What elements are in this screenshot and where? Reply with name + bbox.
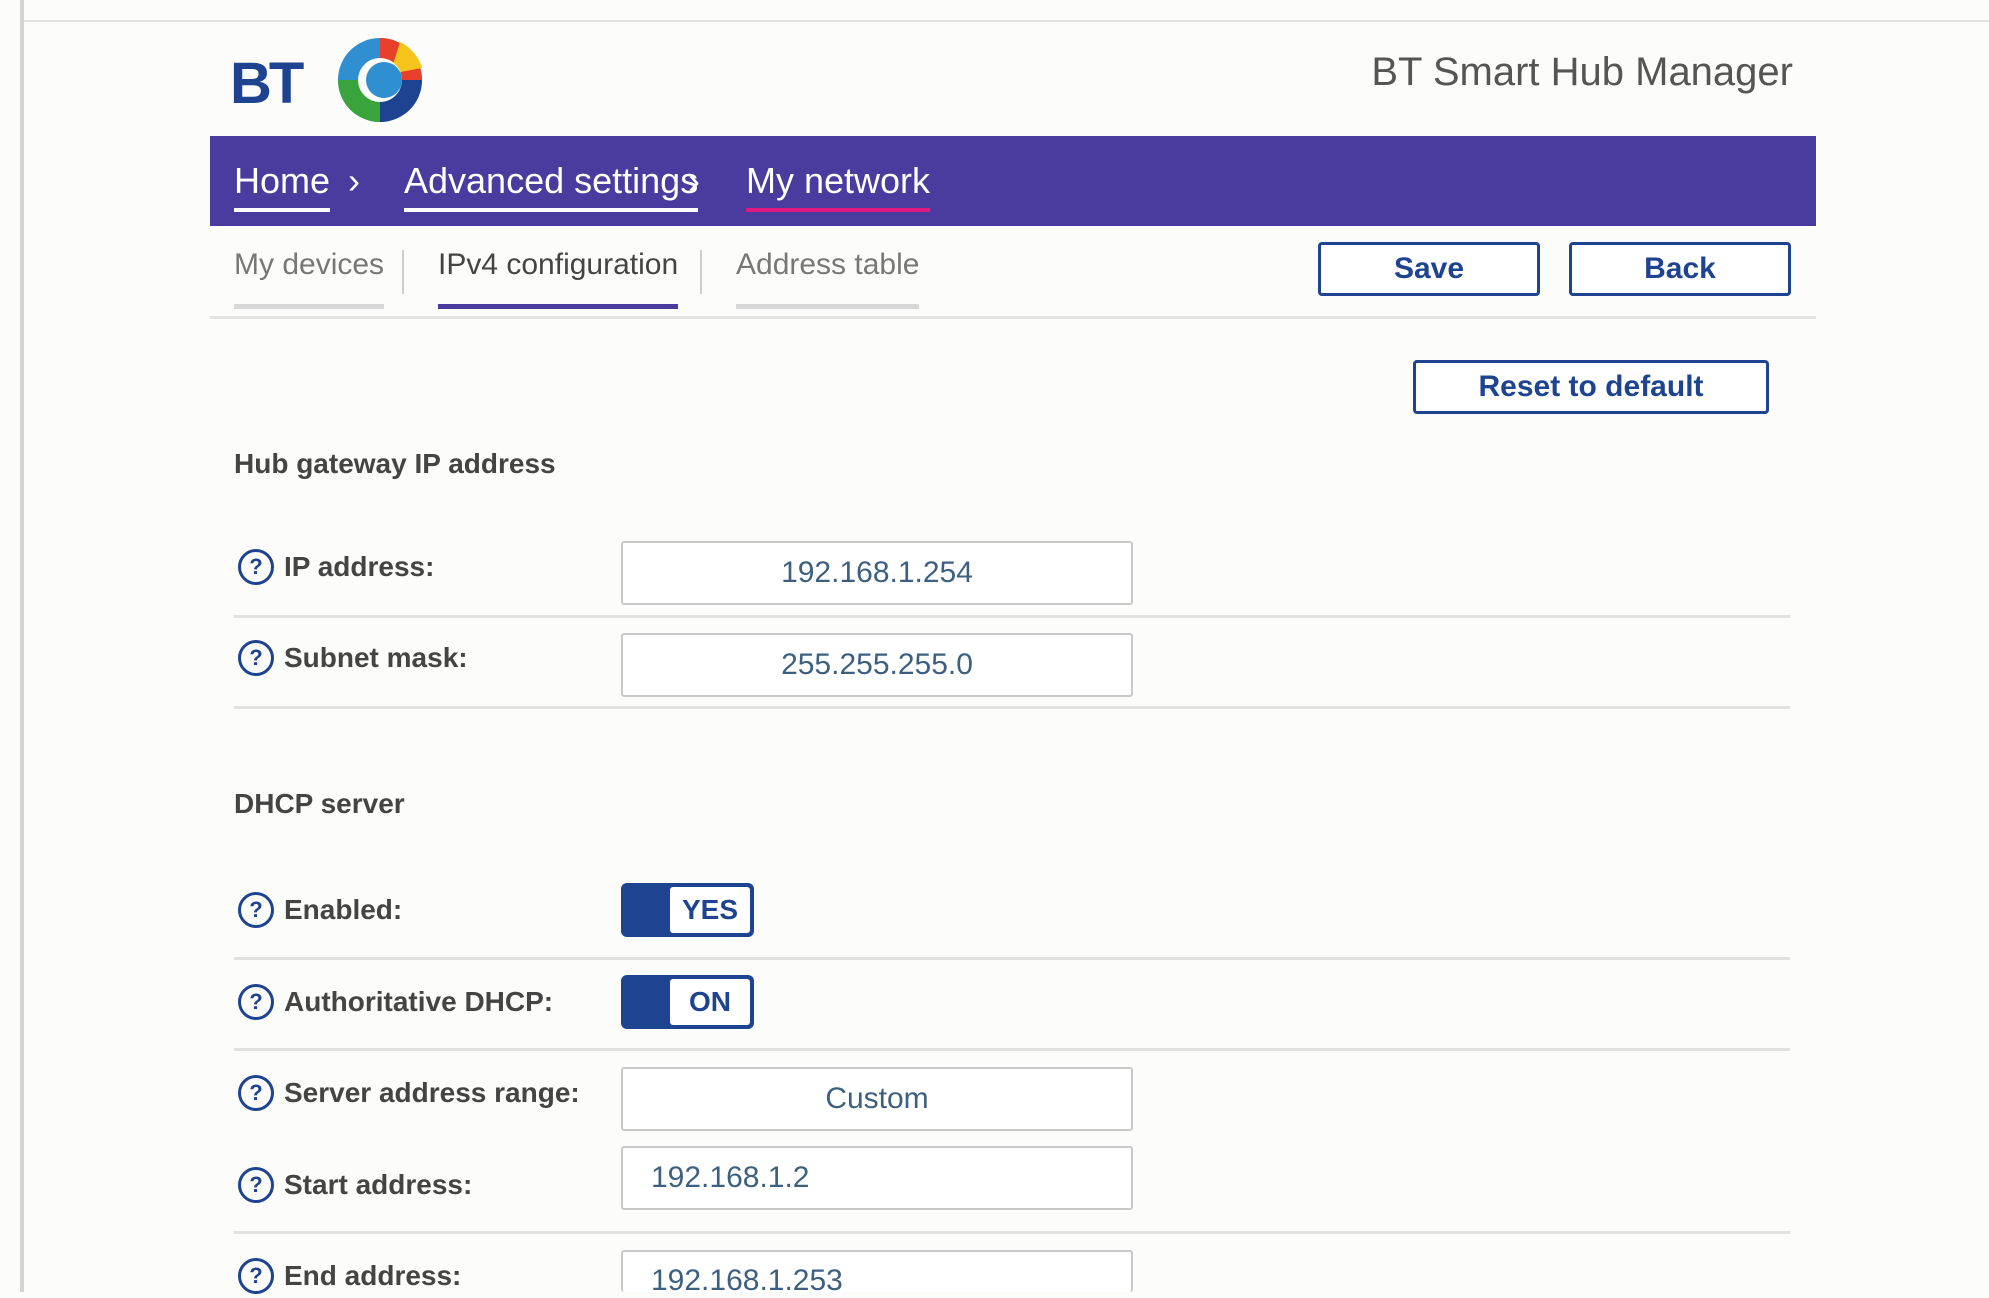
- window-top-border: [24, 20, 1989, 22]
- breadcrumb-active-underline: [746, 208, 931, 212]
- help-icon[interactable]: ?: [238, 640, 274, 676]
- globe-icon: [338, 38, 422, 122]
- breadcrumb-my-network[interactable]: My network: [746, 160, 931, 212]
- server-address-range-label: ? Server address range:: [238, 1073, 580, 1113]
- tab-ipv4-configuration[interactable]: IPv4 configuration: [438, 248, 679, 309]
- help-icon[interactable]: ?: [238, 892, 274, 928]
- breadcrumb-label: My network: [746, 160, 931, 201]
- server-address-range-select[interactable]: Custom: [621, 1067, 1133, 1131]
- dhcp-enabled-toggle[interactable]: YES: [621, 883, 754, 937]
- help-icon[interactable]: ?: [238, 549, 274, 585]
- toggle-state: YES: [670, 887, 750, 933]
- app-title: BT Smart Hub Manager: [1371, 50, 1793, 94]
- section-title-dhcp-server: DHCP server: [234, 788, 405, 819]
- start-address-field[interactable]: 192.168.1.2: [621, 1146, 1133, 1210]
- bt-logo: BT: [230, 28, 430, 128]
- row-divider: [234, 1048, 1790, 1051]
- chevron-right-icon: ›: [688, 160, 700, 201]
- tab-underline: [736, 304, 920, 309]
- row-divider: [234, 706, 1790, 709]
- reset-to-default-button[interactable]: Reset to default: [1413, 360, 1769, 414]
- tab-my-devices[interactable]: My devices: [234, 248, 385, 309]
- window-left-border: [20, 0, 24, 1292]
- label-text: Enabled:: [284, 894, 403, 925]
- label-text: End address:: [284, 1260, 462, 1291]
- label-text: IP address:: [284, 551, 435, 582]
- breadcrumb-label: Advanced settings: [404, 160, 699, 201]
- tab-label: Address table: [736, 248, 920, 281]
- dhcp-enabled-label: ? Enabled:: [238, 890, 402, 930]
- subnet-mask-field[interactable]: 255.255.255.0: [621, 633, 1133, 697]
- authoritative-dhcp-toggle[interactable]: ON: [621, 975, 754, 1029]
- row-divider: [234, 957, 1790, 960]
- row-divider: [234, 615, 1790, 618]
- tab-separator: [402, 250, 404, 294]
- ip-address-field[interactable]: 192.168.1.254: [621, 541, 1133, 605]
- back-button[interactable]: Back: [1569, 242, 1791, 296]
- breadcrumb-bar: Home › Advanced settings › My network: [210, 136, 1816, 226]
- section-title-hub-gateway: Hub gateway IP address: [234, 448, 556, 479]
- help-icon[interactable]: ?: [238, 1075, 274, 1111]
- end-address-field[interactable]: 192.168.1.253: [621, 1250, 1133, 1297]
- label-text: Start address:: [284, 1169, 473, 1200]
- help-icon[interactable]: ?: [238, 984, 274, 1020]
- toggle-state: ON: [670, 979, 750, 1025]
- tab-separator: [700, 250, 702, 294]
- help-icon[interactable]: ?: [238, 1258, 274, 1294]
- breadcrumb-advanced-settings[interactable]: Advanced settings: [404, 160, 699, 212]
- breadcrumb-underline: [404, 208, 699, 212]
- tab-address-table[interactable]: Address table: [736, 248, 920, 309]
- tab-active-underline: [438, 304, 679, 309]
- breadcrumb-underline: [234, 208, 331, 212]
- tab-label: IPv4 configuration: [438, 248, 679, 281]
- end-address-label: ? End address:: [238, 1256, 461, 1296]
- help-icon[interactable]: ?: [238, 1167, 274, 1203]
- authoritative-dhcp-label: ? Authoritative DHCP:: [238, 982, 553, 1022]
- label-text: Authoritative DHCP:: [284, 986, 554, 1017]
- label-text: Server address range:: [284, 1077, 580, 1108]
- label-text: Subnet mask:: [284, 642, 468, 673]
- breadcrumb-label: Home: [234, 160, 331, 201]
- tab-label: My devices: [234, 248, 385, 281]
- tab-underline: [234, 304, 385, 309]
- ip-address-label: ? IP address:: [238, 547, 434, 587]
- breadcrumb-home[interactable]: Home: [234, 160, 331, 212]
- row-divider: [234, 1231, 1790, 1234]
- chevron-right-icon: ›: [348, 160, 360, 201]
- start-address-label: ? Start address:: [238, 1165, 472, 1205]
- logo-text: BT: [230, 51, 304, 116]
- subnet-mask-label: ? Subnet mask:: [238, 638, 468, 678]
- save-button[interactable]: Save: [1318, 242, 1540, 296]
